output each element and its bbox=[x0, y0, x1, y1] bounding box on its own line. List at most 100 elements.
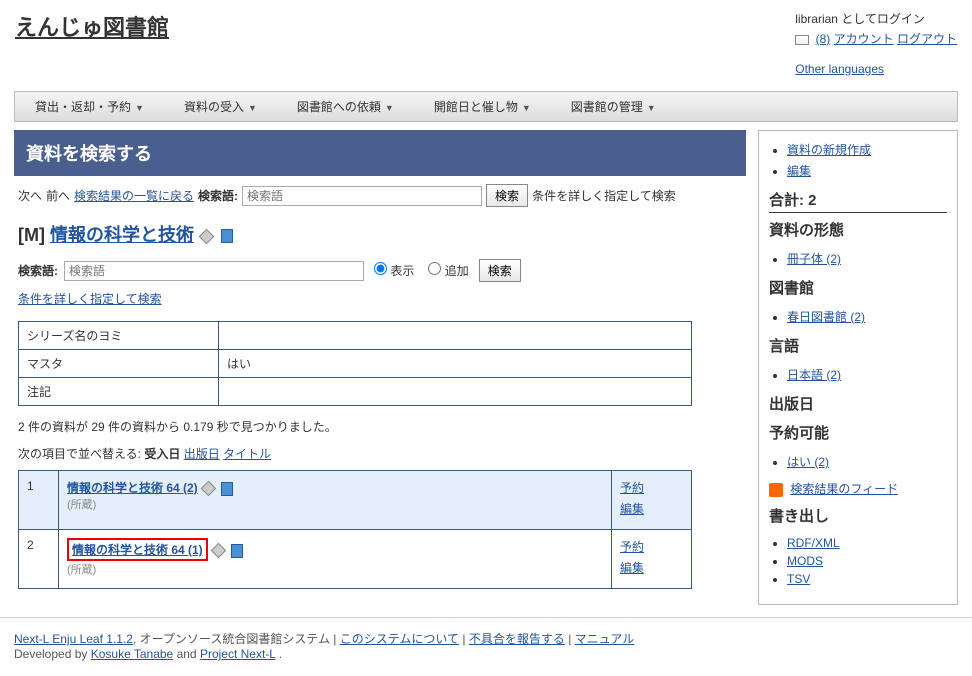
export-heading: 書き出し bbox=[769, 505, 947, 528]
nav-item-admin[interactable]: 図書館の管理▼ bbox=[551, 92, 676, 121]
table-row: 注記 bbox=[19, 378, 692, 406]
footer-about-link[interactable]: このシステムについて bbox=[340, 632, 459, 646]
result-number: 2 bbox=[19, 530, 59, 589]
feed-link[interactable]: 検索結果のフィード bbox=[790, 482, 898, 496]
total-heading: 合計: 2 bbox=[769, 189, 947, 213]
footer-product-link[interactable]: Next-L Enju Leaf 1.1.2 bbox=[14, 632, 133, 646]
sort-title[interactable]: タイトル bbox=[223, 447, 271, 461]
search-button-1[interactable]: 検索 bbox=[486, 184, 528, 207]
list-item: 編集 bbox=[787, 160, 947, 181]
radio-add[interactable] bbox=[428, 262, 441, 275]
table-row: 1 情報の科学と技術 64 (2) (所蔵) 予約 編集 bbox=[19, 471, 692, 530]
table-row: シリーズ名のヨミ bbox=[19, 322, 692, 350]
main-nav: 貸出・返却・予約▼ 資料の受入▼ 図書館への依頼▼ 開館日と催し物▼ 図書館の管… bbox=[14, 91, 958, 122]
list-item: TSV bbox=[787, 570, 947, 588]
list-item: 日本語 (2) bbox=[787, 364, 947, 385]
meta-label: 注記 bbox=[19, 378, 219, 406]
next-text: 次へ bbox=[18, 187, 42, 204]
logout-link[interactable]: ログアウト bbox=[897, 32, 957, 46]
footer-manual-link[interactable]: マニュアル bbox=[575, 632, 635, 646]
facet-reservable-item[interactable]: はい (2) bbox=[787, 455, 829, 469]
reserve-link[interactable]: 予約 bbox=[620, 538, 683, 555]
table-row: 2 情報の科学と技術 64 (1) (所蔵) 予約 編集 bbox=[19, 530, 692, 589]
edit-link[interactable]: 編集 bbox=[620, 559, 683, 576]
facet-pubdate-heading: 出版日 bbox=[769, 393, 947, 416]
login-area: librarian としてログイン (8) アカウント ログアウト Other … bbox=[795, 10, 957, 76]
result-cell: 情報の科学と技術 64 (2) (所蔵) bbox=[59, 471, 612, 530]
facet-reservable-heading: 予約可能 bbox=[769, 422, 947, 445]
panel-header: 資料を検索する bbox=[14, 130, 746, 176]
advanced-tail-text: 条件を詳しく指定して検索 bbox=[532, 187, 676, 204]
opt-display[interactable]: 表示 bbox=[374, 262, 414, 279]
account-link[interactable]: アカウント bbox=[834, 32, 894, 46]
notif-count-link[interactable]: (8) bbox=[816, 32, 831, 46]
facet-library-heading: 図書館 bbox=[769, 277, 947, 300]
search-input-1[interactable] bbox=[242, 186, 482, 206]
search-label-1: 検索語: bbox=[198, 187, 238, 204]
facet-form-heading: 資料の形態 bbox=[769, 219, 947, 242]
meta-value bbox=[219, 322, 692, 350]
result-title-link[interactable]: 情報の科学と技術 64 (2) bbox=[67, 481, 198, 495]
rss-icon bbox=[769, 483, 783, 497]
search-button-2[interactable]: 検索 bbox=[479, 259, 521, 282]
list-item: 資料の新規作成 bbox=[787, 139, 947, 160]
result-cell: 情報の科学と技術 64 (1) (所蔵) bbox=[59, 530, 612, 589]
result-actions: 予約 編集 bbox=[612, 471, 692, 530]
search-row-2: 検索語: 表示 追加 検索 bbox=[14, 253, 746, 288]
footer: Next-L Enju Leaf 1.1.2, オープンソース統合図書館システム… bbox=[0, 617, 972, 673]
search-label-2: 検索語: bbox=[18, 262, 58, 279]
mail-icon bbox=[795, 35, 809, 45]
advanced-search-link[interactable]: 条件を詳しく指定して検索 bbox=[14, 288, 746, 315]
nav-item-lending[interactable]: 貸出・返却・予約▼ bbox=[15, 92, 164, 121]
meta-label: マスタ bbox=[19, 350, 219, 378]
book-icon bbox=[221, 482, 233, 496]
footer-bug-link[interactable]: 不具合を報告する bbox=[469, 632, 565, 646]
back-to-results-link[interactable]: 検索結果の一覧に戻る bbox=[74, 187, 194, 204]
opt-add[interactable]: 追加 bbox=[428, 262, 468, 279]
nav-item-requests[interactable]: 図書館への依頼▼ bbox=[277, 92, 414, 121]
nav-item-acquisition[interactable]: 資料の受入▼ bbox=[164, 92, 277, 121]
edit-link[interactable]: 編集 bbox=[787, 164, 811, 178]
sidebar: 資料の新規作成 編集 合計: 2 資料の形態 冊子体 (2) 図書館 春日図書館… bbox=[758, 130, 958, 605]
book-icon bbox=[221, 229, 233, 243]
footer-dev2-link[interactable]: Project Next-L bbox=[200, 647, 276, 661]
edit-icon[interactable] bbox=[199, 228, 215, 244]
list-item: RDF/XML bbox=[787, 534, 947, 552]
list-item: 冊子体 (2) bbox=[787, 248, 947, 269]
search-input-2[interactable] bbox=[64, 261, 364, 281]
radio-display[interactable] bbox=[374, 262, 387, 275]
meta-value: はい bbox=[219, 350, 692, 378]
record-title-link[interactable]: 情報の科学と技術 bbox=[50, 225, 194, 245]
export-mods[interactable]: MODS bbox=[787, 554, 823, 568]
facet-library-item[interactable]: 春日図書館 (2) bbox=[787, 310, 865, 324]
result-title-link[interactable]: 情報の科学と技術 64 (1) bbox=[72, 543, 203, 557]
holding-text: (所蔵) bbox=[67, 561, 603, 577]
facet-language-heading: 言語 bbox=[769, 335, 947, 358]
new-resource-link[interactable]: 資料の新規作成 bbox=[787, 143, 871, 157]
hits-text: 2 件の資料が 29 件の資料から 0.179 秒で見つかりました。 bbox=[14, 412, 746, 441]
login-status: librarian としてログイン bbox=[795, 10, 957, 27]
edit-icon[interactable] bbox=[201, 481, 217, 497]
list-item: 春日図書館 (2) bbox=[787, 306, 947, 327]
sort-row: 次の項目で並べ替える: 受入日 出版日 タイトル bbox=[14, 441, 746, 470]
site-title[interactable]: えんじゅ図書館 bbox=[15, 10, 169, 76]
record-prefix: [M] bbox=[18, 225, 45, 245]
sort-active: 受入日 bbox=[144, 447, 180, 461]
metadata-table: シリーズ名のヨミ マスタはい 注記 bbox=[18, 321, 692, 406]
sort-label: 次の項目で並べ替える: bbox=[18, 447, 141, 461]
reserve-link[interactable]: 予約 bbox=[620, 479, 683, 496]
facet-form-item[interactable]: 冊子体 (2) bbox=[787, 252, 841, 266]
prev-text: 前へ bbox=[46, 187, 70, 204]
export-tsv[interactable]: TSV bbox=[787, 572, 810, 586]
other-languages-link[interactable]: Other languages bbox=[795, 62, 884, 76]
nav-item-events[interactable]: 開館日と催し物▼ bbox=[414, 92, 551, 121]
edit-link[interactable]: 編集 bbox=[620, 500, 683, 517]
list-item: はい (2) bbox=[787, 451, 947, 472]
footer-dev1-link[interactable]: Kosuke Tanabe bbox=[91, 647, 174, 661]
export-rdfxml[interactable]: RDF/XML bbox=[787, 536, 840, 550]
facet-language-item[interactable]: 日本語 (2) bbox=[787, 368, 841, 382]
sort-pubdate[interactable]: 出版日 bbox=[184, 447, 220, 461]
table-row: マスタはい bbox=[19, 350, 692, 378]
meta-label: シリーズ名のヨミ bbox=[19, 322, 219, 350]
edit-icon[interactable] bbox=[211, 543, 227, 559]
